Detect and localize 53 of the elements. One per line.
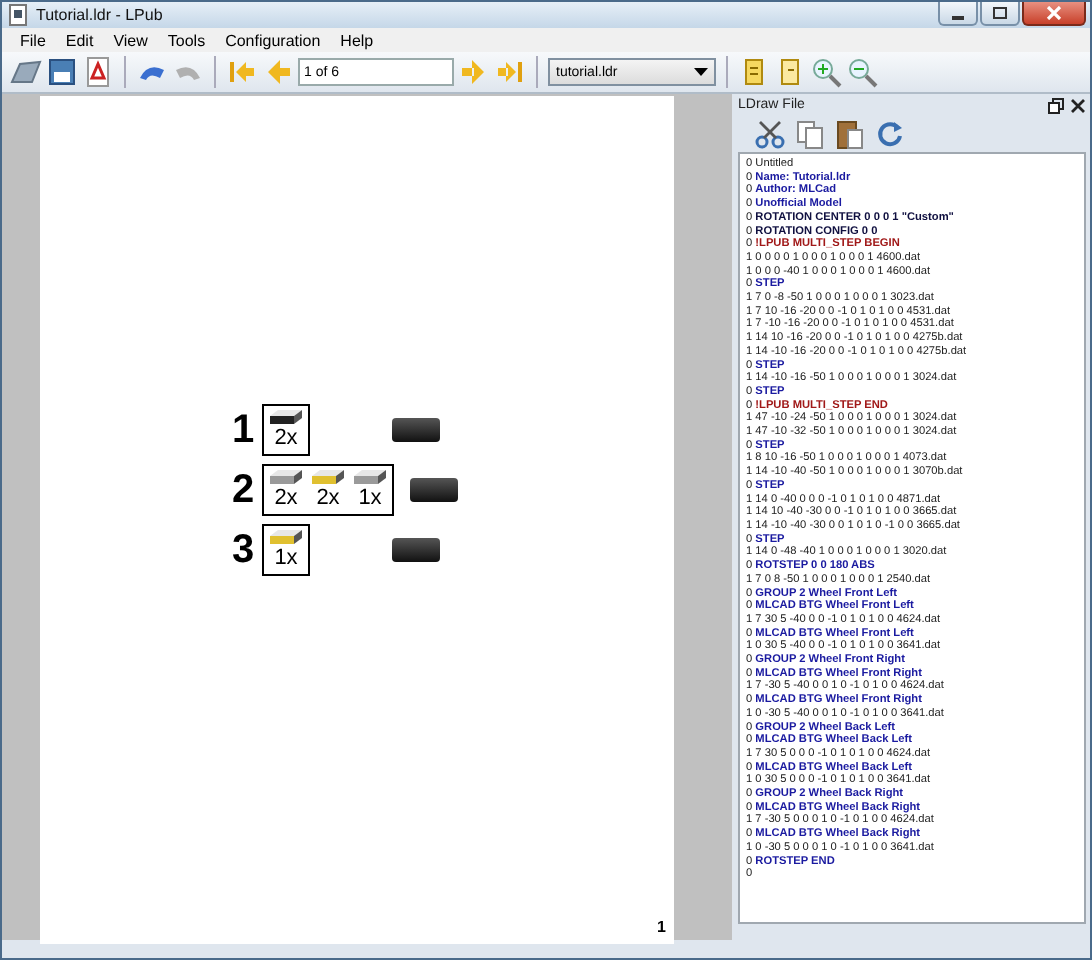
menu-item[interactable]: Edit [55,31,104,49]
part-count: 2x [274,486,298,512]
text-editor[interactable] [738,152,1086,924]
model-drawing [410,478,458,502]
pdf-button[interactable] [82,56,114,88]
copy-button[interactable] [794,118,826,150]
brick-icon [268,408,304,426]
model-drawing [392,418,440,442]
part-count: 1x [358,486,382,512]
scissors-button[interactable] [754,118,786,150]
close-icon [1046,6,1062,20]
window-title: Tutorial.ldr - LPub [36,6,165,24]
caret-icon [694,68,708,76]
paste-icon [834,118,866,150]
zoom-out-icon [846,56,878,88]
close-icon[interactable] [1070,97,1086,113]
part-count: 2x [316,486,340,512]
pdf-icon [82,56,114,88]
step-number: 1 [232,407,256,453]
menu-item[interactable]: File [10,31,56,49]
page-number: 1 [657,918,666,936]
menu-item[interactable]: View [103,31,158,49]
refresh-button[interactable] [874,118,906,150]
copy-icon [794,118,826,150]
close-button[interactable] [1022,2,1086,26]
step-number: 2 [232,467,256,513]
refresh-icon [874,118,906,150]
next-page-icon [458,56,490,88]
paste-button[interactable] [834,118,866,150]
part-count: 2x [274,426,298,452]
maximize-icon [992,6,1008,20]
brick-icon [310,468,346,486]
first-page-icon [226,56,258,88]
zoom-in-icon [810,56,842,88]
floppy-button[interactable] [46,56,78,88]
brick-icon [268,468,304,486]
menu-item[interactable]: Help [330,31,384,49]
minimize-button[interactable] [938,2,978,26]
floppy-icon [46,56,78,88]
step-number: 3 [232,527,256,573]
part-count: 1x [274,546,298,572]
brick-icon [268,528,304,546]
zoom-in-button[interactable] [810,56,842,88]
last-page-icon [494,56,526,88]
float-icon[interactable] [1048,97,1064,113]
menu-item[interactable]: Configuration [215,31,331,49]
scissors-icon [754,118,786,150]
model-drawing [392,538,440,562]
brick-icon [352,468,388,486]
menu-item[interactable]: Tools [157,31,216,49]
zoom-out-button[interactable] [846,56,878,88]
app-icon [8,4,28,26]
maximize-button[interactable] [980,2,1020,26]
